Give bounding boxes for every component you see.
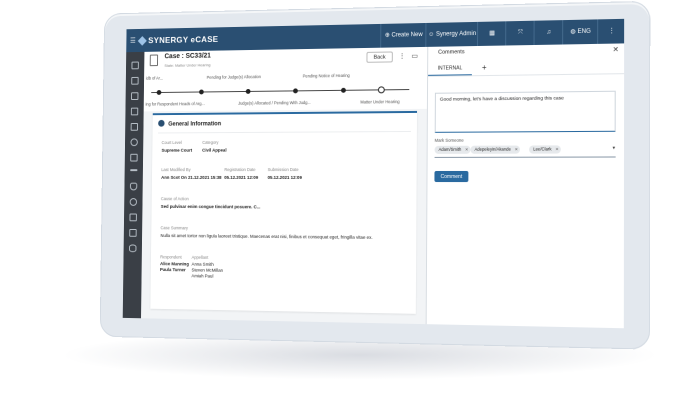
step-dot	[341, 87, 346, 93]
case-state: State: Matter Under Hearing	[164, 62, 211, 68]
kebab-icon[interactable]: ⋮	[399, 52, 406, 60]
comments-title: Comments	[438, 49, 465, 56]
more-options-button[interactable]: ⋮	[597, 18, 625, 44]
step-dot	[156, 89, 162, 95]
respondent-name: Paula Turner	[159, 267, 186, 273]
sidebar-item-documents-icon[interactable]	[131, 76, 139, 85]
sidebar-item-dashboard-icon[interactable]	[131, 61, 139, 70]
registration-label: Registration Date	[224, 167, 256, 173]
category-value: Civil Appeal	[202, 147, 227, 153]
globe-icon: ◍	[570, 29, 576, 36]
general-info-card: General Information Court Level Supreme …	[150, 110, 418, 314]
info-icon	[158, 119, 165, 127]
summary-value: Nulla sit amet tortor non ligula laoreet…	[160, 233, 373, 240]
step-dot	[293, 87, 298, 93]
divider	[158, 130, 411, 134]
case-title: Case : SC33/21	[164, 52, 211, 61]
app-screen: ☰ SYNERGY eCASE ⊕ Create New ☺ Synergy A…	[122, 18, 625, 329]
mark-someone-label: Mark Someone	[434, 137, 464, 143]
comment-button[interactable]: Comment	[434, 170, 469, 183]
sidebar-item-database-icon[interactable]	[129, 244, 137, 253]
bell-icon: ♫	[546, 29, 552, 36]
case-main: Case : SC33/21 State: Matter Under Heari…	[141, 46, 428, 325]
create-new-button[interactable]: ⊕ Create New	[380, 22, 427, 48]
step-label: Pending Notice of Hearing	[302, 72, 350, 79]
comment-textarea[interactable]: Good morning, let's have a discussion re…	[434, 90, 616, 133]
comments-panel: Comments ✕ INTERNAL + Good morning, let'…	[425, 43, 625, 329]
remove-chip-icon[interactable]: ✕	[465, 146, 468, 154]
appellant-label: Appellant	[191, 254, 209, 260]
step-label: Pending for Judge(s) Allocation	[206, 74, 262, 80]
stepper-track	[151, 89, 410, 94]
plus-circle-icon: ⊕	[384, 32, 390, 39]
remove-chip-icon[interactable]: ✕	[515, 146, 518, 154]
sidebar-item-edit-icon[interactable]	[129, 228, 137, 237]
sidebar-item-briefcase-icon[interactable]	[130, 107, 139, 116]
sidebar-item-network-icon[interactable]	[129, 213, 137, 222]
step-label: Matter Under Hearing	[360, 99, 400, 105]
cause-value: Sed pulvinar enim congue tincidunt posue…	[160, 204, 261, 210]
calendar-icon: ▦	[489, 30, 495, 37]
registration-value: 05.12.2021 12:09	[224, 174, 259, 180]
step-label: ing for Respondent Heads of Arg...	[145, 101, 205, 107]
category-label: Category	[202, 139, 219, 145]
court-level-label: Court Level	[161, 140, 182, 146]
remove-chip-icon[interactable]: ✕	[555, 145, 558, 153]
language-selector[interactable]: ◍ ENG	[562, 19, 599, 45]
submission-value: 05.12.2021 12:09	[267, 174, 302, 180]
sidebar-divider	[130, 169, 138, 172]
case-stepper: idb of Ar... Pending for Judge(s) Alloca…	[143, 66, 428, 112]
sidebar-item-report-icon[interactable]	[130, 153, 138, 162]
chevron-down-icon[interactable]: ▾	[613, 145, 616, 151]
step-dot	[199, 89, 204, 94]
appellant-name: Anna Smith	[191, 261, 214, 267]
submission-label: Submission Date	[267, 167, 299, 173]
sidebar-item-shield-icon[interactable]	[129, 182, 138, 191]
notifications-button[interactable]: ♫	[533, 20, 564, 46]
modified-value: Ann Scot On 21.12.2021 15:38	[161, 174, 222, 180]
sidebar-item-files-icon[interactable]	[131, 92, 139, 101]
fullscreen-button[interactable]: ⤧	[505, 20, 535, 46]
user-menu[interactable]: ☺ Synergy Admin	[425, 21, 479, 47]
tab-internal[interactable]: INTERNAL	[428, 62, 472, 76]
modified-label: Last Modified By	[161, 167, 191, 173]
appellant-name: Amiah Paul	[191, 273, 214, 279]
mention-chip[interactable]: Adepeleyin/Akande ✕	[470, 145, 521, 154]
step-label: idb of Ar...	[145, 75, 163, 81]
court-level-value: Supreme Court	[161, 147, 193, 153]
mention-chip[interactable]: Lee/Clark ✕	[529, 145, 561, 154]
add-tab-icon[interactable]: +	[482, 62, 487, 74]
mark-someone-field[interactable]: Adam/Smith ✕ Adepeleyin/Akande ✕ Lee/Clark…	[434, 144, 616, 158]
sidebar-item-people-icon[interactable]	[130, 138, 138, 147]
menu-icon[interactable]: ☰	[130, 37, 136, 45]
section-heading: General Information	[158, 119, 221, 128]
summary-label: Case Summary	[160, 225, 188, 231]
sidebar-item-book-icon[interactable]	[130, 122, 139, 131]
fullscreen-icon: ⤧	[517, 30, 523, 37]
document-icon	[149, 54, 159, 67]
step-dot	[245, 88, 251, 94]
kebab-icon: ⋮	[608, 28, 615, 35]
step-dot-current	[377, 85, 385, 93]
respondent-name: Alice Manning	[160, 261, 189, 267]
user-icon: ☺	[428, 31, 435, 38]
step-label: Judge(s) Allocated / Pending With Judg..…	[238, 100, 311, 106]
calendar-button[interactable]: ▦	[477, 21, 507, 47]
respondent-label: Respondent	[160, 254, 182, 260]
logo-mark-icon	[137, 36, 147, 46]
comment-icon[interactable]: ▭	[411, 52, 418, 60]
sidebar-item-settings-icon[interactable]	[129, 198, 138, 206]
back-button[interactable]: Back	[366, 51, 393, 63]
cause-label: Cause of Action	[160, 196, 189, 202]
close-icon[interactable]: ✕	[613, 46, 619, 54]
app-logo: SYNERGY eCASE	[137, 34, 218, 46]
mention-chip[interactable]: Adam/Smith ✕	[434, 145, 471, 154]
appellant-name: Steven McMillan	[191, 267, 224, 273]
monitor-frame: ☰ SYNERGY eCASE ⊕ Create New ☺ Synergy A…	[99, 0, 651, 350]
